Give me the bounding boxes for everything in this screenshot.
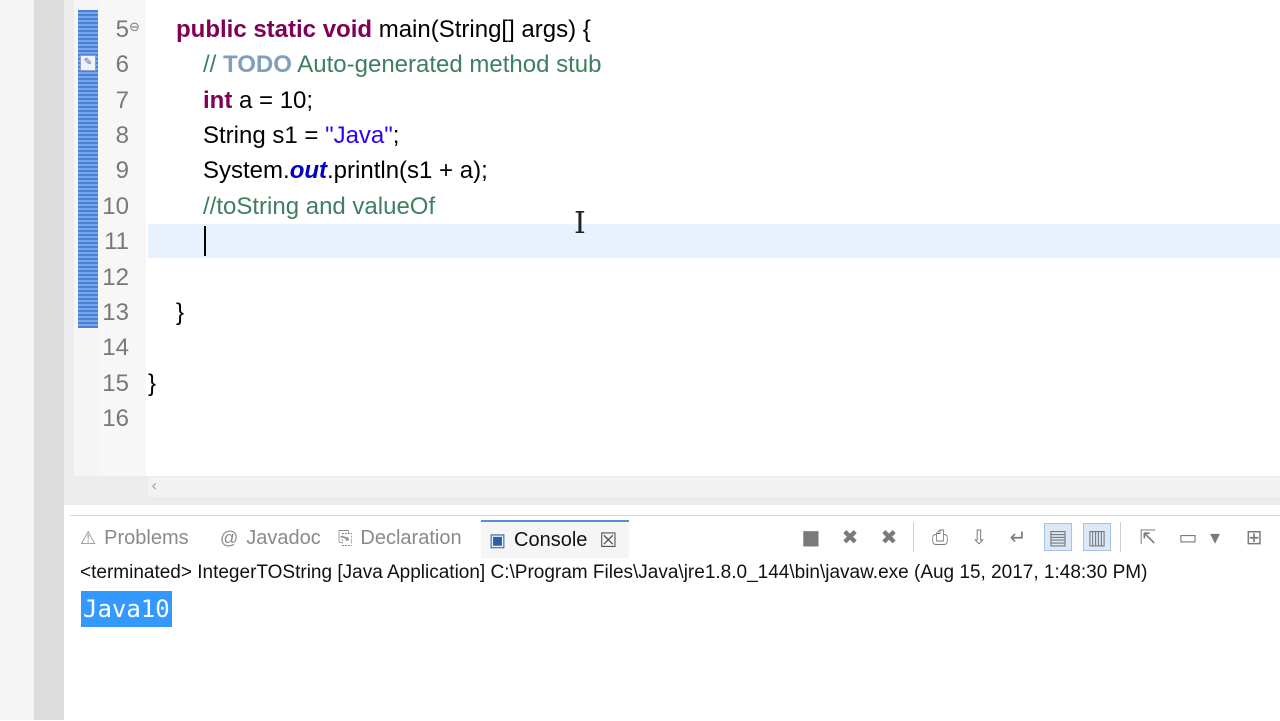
task-marker-icon[interactable]: ✎ xyxy=(80,55,96,71)
text-caret xyxy=(204,226,206,256)
code-line-main-signature[interactable]: public static void main(String[] args) { xyxy=(176,12,591,47)
terminate-icon[interactable]: ■ xyxy=(797,523,825,551)
code-token: } xyxy=(148,370,157,397)
line-number: 7 xyxy=(115,87,129,114)
pin-console-icon[interactable]: ⇱ xyxy=(1134,523,1162,551)
remove-launch-icon[interactable]: ✖ xyxy=(836,523,864,551)
line-number: 9 xyxy=(115,157,129,184)
code-line-method-close[interactable]: } xyxy=(176,295,184,330)
tab-label: Problems xyxy=(104,526,189,549)
code-line-todo-comment[interactable]: // TODO Auto-generated method stub xyxy=(203,47,601,82)
at-icon: @ xyxy=(220,527,239,548)
line-number: 12 xyxy=(102,264,129,291)
show-on-stdout-icon[interactable]: ▤ xyxy=(1044,523,1072,551)
line-number: 13 xyxy=(102,299,129,326)
code-token: public static void xyxy=(176,16,379,43)
line-number: 8 xyxy=(115,122,129,149)
tab-label: Declaration xyxy=(360,526,462,549)
word-wrap-icon[interactable]: ↵ xyxy=(1004,523,1032,551)
code-line-class-close[interactable]: } xyxy=(148,366,156,401)
code-token: ; xyxy=(392,122,400,149)
code-token: a = 10; xyxy=(232,87,314,114)
current-line-highlight xyxy=(148,224,1280,258)
code-line-int-declaration[interactable]: int a = 10; xyxy=(203,83,313,118)
line-number: 15 xyxy=(102,370,129,397)
close-icon[interactable]: ☒ xyxy=(599,528,617,553)
line-number: 16 xyxy=(102,405,129,432)
tab-javadoc[interactable]: @ Javadoc xyxy=(220,520,321,556)
scroll-lock-icon[interactable]: ⇩ xyxy=(965,523,993,551)
tab-problems[interactable]: ⚠ Problems xyxy=(80,520,189,556)
left-trim-border xyxy=(34,0,64,720)
code-token: System. xyxy=(203,157,290,184)
declaration-icon: ⎘ xyxy=(338,527,353,548)
tab-label: Console xyxy=(514,528,588,551)
code-token: out xyxy=(289,157,327,184)
remove-all-terminated-icon[interactable]: ✖ xyxy=(875,523,903,551)
code-token: "Java" xyxy=(325,122,393,149)
console-output-selected[interactable]: Java10 xyxy=(81,591,172,627)
open-console-icon[interactable]: ⊞ xyxy=(1240,523,1268,551)
tab-declaration[interactable]: ⎘ Declaration xyxy=(338,520,462,556)
clear-console-icon[interactable]: ⎙ xyxy=(926,523,954,551)
line-number: 14 xyxy=(102,334,129,361)
code-token: Auto-generated method stub xyxy=(291,51,602,78)
line-number: 10 xyxy=(102,193,129,220)
horizontal-scrollbar[interactable] xyxy=(148,477,1280,497)
code-line-println[interactable]: System.out.println(s1 + a); xyxy=(203,153,488,188)
line-number: 6 xyxy=(115,51,129,78)
code-token: main(String[] xyxy=(378,16,522,43)
code-token: String s1 = xyxy=(203,122,326,149)
display-selected-console-icon[interactable]: ▭ xyxy=(1174,523,1202,551)
code-token: .println(s1 + a); xyxy=(327,157,488,184)
line-number: 5 xyxy=(115,16,129,43)
code-token: // xyxy=(203,51,224,78)
code-token: } xyxy=(176,299,185,326)
code-token: //toString and valueOf xyxy=(203,193,436,220)
tab-console[interactable]: ▣ Console ☒ xyxy=(481,520,630,558)
toolbar-separator xyxy=(1120,522,1121,552)
code-token: int xyxy=(203,87,233,114)
code-token: ) { xyxy=(568,16,591,43)
show-on-stderr-icon[interactable]: ▥ xyxy=(1083,523,1111,551)
fold-collapse-icon[interactable]: ⊖ xyxy=(129,20,140,35)
line-number: 11 xyxy=(104,228,129,255)
tab-label: Javadoc xyxy=(246,526,321,549)
code-line-comment[interactable]: //toString and valueOf xyxy=(203,189,435,224)
problems-icon: ⚠ xyxy=(80,527,97,548)
chevron-down-icon[interactable]: ▾ xyxy=(1205,523,1225,551)
scroll-left-arrow-icon[interactable]: ‹ xyxy=(151,476,157,495)
console-icon: ▣ xyxy=(489,529,507,550)
code-token: TODO xyxy=(223,51,292,78)
code-token: args xyxy=(521,16,569,43)
console-process-status: <terminated> IntegerTOString [Java Appli… xyxy=(80,562,1148,583)
toolbar-separator xyxy=(913,522,914,552)
ibeam-cursor-icon: I xyxy=(574,206,586,241)
left-trim xyxy=(0,0,34,720)
code-line-string-declaration[interactable]: String s1 = "Java"; xyxy=(203,118,399,153)
